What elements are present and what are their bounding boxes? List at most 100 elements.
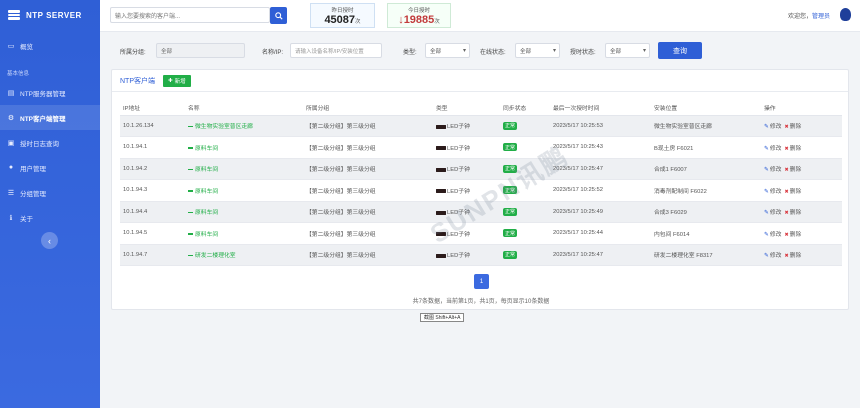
name-cell[interactable]: 原料车间 [185, 201, 303, 223]
type-cell: LED子钟 [433, 136, 500, 159]
column-header: 操作 [761, 100, 842, 116]
stat-today: 今日授时 ↓19885次 [387, 3, 451, 28]
type-cell: LED子钟 [433, 158, 500, 180]
time-cell: 2023/5/17 10:25:53 [550, 115, 651, 137]
actions-cell: 修改删除 [761, 115, 842, 137]
sidebar-item-ntp-client[interactable]: ⚙ NTP客户端管理 [0, 105, 100, 130]
name-cell[interactable]: 原料车间 [185, 222, 303, 245]
stat-yesterday: 昨日授时 45087次 [310, 3, 375, 28]
delete-button[interactable]: 删除 [784, 232, 801, 238]
actions-cell: 修改删除 [761, 222, 842, 245]
group-filter-label: 所属分组: [120, 50, 146, 56]
name-cell[interactable]: 研发二楼理化室 [185, 244, 303, 266]
delete-button[interactable]: 删除 [784, 146, 801, 152]
search-icon [274, 11, 283, 20]
edit-button[interactable]: 修改 [764, 253, 781, 259]
client-table: IP地址 名称 所属分组 类型 同步状态 最后一次授时时间 安装位置 操作 10… [120, 100, 842, 266]
delete-button[interactable]: 删除 [784, 253, 801, 259]
sidebar-item-users[interactable]: ● 用户管理 [0, 155, 100, 180]
status-cell: 正常 [500, 222, 550, 245]
column-header[interactable]: 名称 [185, 100, 303, 116]
name-cell[interactable]: 原料车间 [185, 179, 303, 202]
sidebar-item-log[interactable]: ▣ 授时日志查询 [0, 130, 100, 155]
table-row: 10.1.94.3 原料车间 【第二级分组】第三级分组 LED子钟 正常 2023/5/1… [120, 179, 842, 202]
delete-button[interactable]: 删除 [784, 124, 801, 130]
name-cell[interactable]: 微生物实验室普区走廊 [185, 115, 303, 137]
search-input[interactable]: 输入您要搜索的客户端... [110, 7, 270, 23]
panel-title: NTP客户端 [120, 77, 155, 85]
column-header[interactable]: IP地址 [120, 100, 185, 116]
edit-button[interactable]: 修改 [764, 210, 781, 216]
location-cell: 合成3 F6029 [651, 201, 761, 223]
type-cell: LED子钟 [433, 222, 500, 245]
server-stack-icon [8, 10, 20, 20]
group-filter-input[interactable]: 全部 [156, 43, 245, 58]
plus-icon: ✚ [168, 77, 173, 84]
sidebar: NTP SERVER ▭ 概览 基本信息 ▤ NTP服务器管理 ⚙ NTP客户端… [0, 0, 100, 408]
actions-cell: 修改删除 [761, 201, 842, 223]
group-cell: 【第二级分组】第三级分组 [303, 222, 433, 245]
sidebar-item-overview[interactable]: ▭ 概览 [0, 33, 100, 58]
chevron-left-icon: ‹ [48, 235, 51, 246]
group-cell: 【第二级分组】第三级分组 [303, 115, 433, 137]
add-client-button[interactable]: ✚ 新增 [163, 74, 191, 87]
status-cell: 正常 [500, 244, 550, 266]
name-filter-input[interactable]: 请输入设备名称/IP/安装位置 [290, 43, 382, 58]
status-badge: 正常 [503, 121, 518, 130]
sidebar-item-ntp-server[interactable]: ▤ NTP服务器管理 [0, 80, 100, 105]
sidebar-item-label: 关于 [20, 215, 33, 223]
location-cell: 研发二楼理化室 F8317 [651, 244, 761, 266]
users-icon: ● [8, 164, 14, 171]
app-logo: NTP SERVER [0, 0, 100, 30]
client-panel: NTP客户端 ✚ 新增 IP地址 名称 所属分组 类型 同步状态 最后一次授时时… [111, 69, 849, 310]
sidebar-collapse-button[interactable]: ‹ [41, 232, 58, 249]
stat-yesterday-value: 45087 [324, 14, 356, 26]
edit-button[interactable]: 修改 [764, 189, 781, 195]
name-cell[interactable]: 原料车间 [185, 158, 303, 180]
search-button[interactable] [270, 7, 287, 24]
sidebar-item-label: 授时日志查询 [20, 140, 59, 148]
column-header[interactable]: 安装位置 [651, 100, 761, 116]
column-header[interactable]: 所属分组 [303, 100, 433, 116]
delete-button[interactable]: 删除 [784, 189, 801, 195]
time-cell: 2023/5/17 10:25:52 [550, 179, 651, 202]
sidebar-item-groups[interactable]: ☰ 分组管理 [0, 180, 100, 205]
sidebar-item-about[interactable]: ℹ 关于 [0, 205, 100, 230]
status-cell: 正常 [500, 136, 550, 159]
column-header[interactable]: 同步状态 [500, 100, 550, 116]
edit-button[interactable]: 修改 [764, 232, 781, 238]
sync-filter-select[interactable]: 全部 [605, 43, 650, 58]
page-button-1[interactable]: 1 [474, 274, 489, 289]
type-filter-select[interactable]: 全部 [425, 43, 470, 58]
ip-cell: 10.1.94.1 [120, 136, 185, 159]
location-cell: 合成1 F6007 [651, 158, 761, 180]
type-cell: LED子钟 [433, 201, 500, 223]
filter-bar: 所属分组: 全部 名称/IP: 请输入设备名称/IP/安装位置 类型: 全部 在… [100, 32, 860, 68]
status-badge: 正常 [503, 164, 518, 173]
name-cell[interactable]: 原料车间 [185, 136, 303, 159]
online-filter-select[interactable]: 全部 [515, 43, 560, 58]
monitor-icon: ▭ [7, 42, 15, 50]
ip-cell: 10.1.94.3 [120, 179, 185, 202]
delete-button[interactable]: 删除 [784, 167, 801, 173]
status-badge: 正常 [503, 207, 518, 216]
edit-button[interactable]: 修改 [764, 146, 781, 152]
query-button[interactable]: 查询 [658, 42, 702, 59]
username-link[interactable]: 管理员 [812, 14, 830, 20]
avatar[interactable] [840, 8, 851, 21]
delete-button[interactable]: 删除 [784, 210, 801, 216]
table-row: 10.1.94.7 研发二楼理化室 【第二级分组】第三级分组 LED子钟 正常 2023/… [120, 244, 842, 266]
actions-cell: 修改删除 [761, 158, 842, 180]
time-cell: 2023/5/17 10:25:49 [550, 201, 651, 223]
led-clock-icon [436, 210, 446, 215]
user-greeting: 欢迎您，管理员 [787, 14, 830, 20]
column-header[interactable]: 类型 [433, 100, 500, 116]
edit-button[interactable]: 修改 [764, 167, 781, 173]
status-cell: 正常 [500, 115, 550, 137]
log-icon: ▣ [7, 139, 15, 147]
edit-button[interactable]: 修改 [764, 124, 781, 130]
table-header-row: IP地址 名称 所属分组 类型 同步状态 最后一次授时时间 安装位置 操作 [120, 100, 842, 116]
stat-today-value: 19885 [403, 14, 435, 26]
location-cell: 微生物实验室普区走廊 [651, 115, 761, 137]
column-header[interactable]: 最后一次授时时间 [550, 100, 651, 116]
